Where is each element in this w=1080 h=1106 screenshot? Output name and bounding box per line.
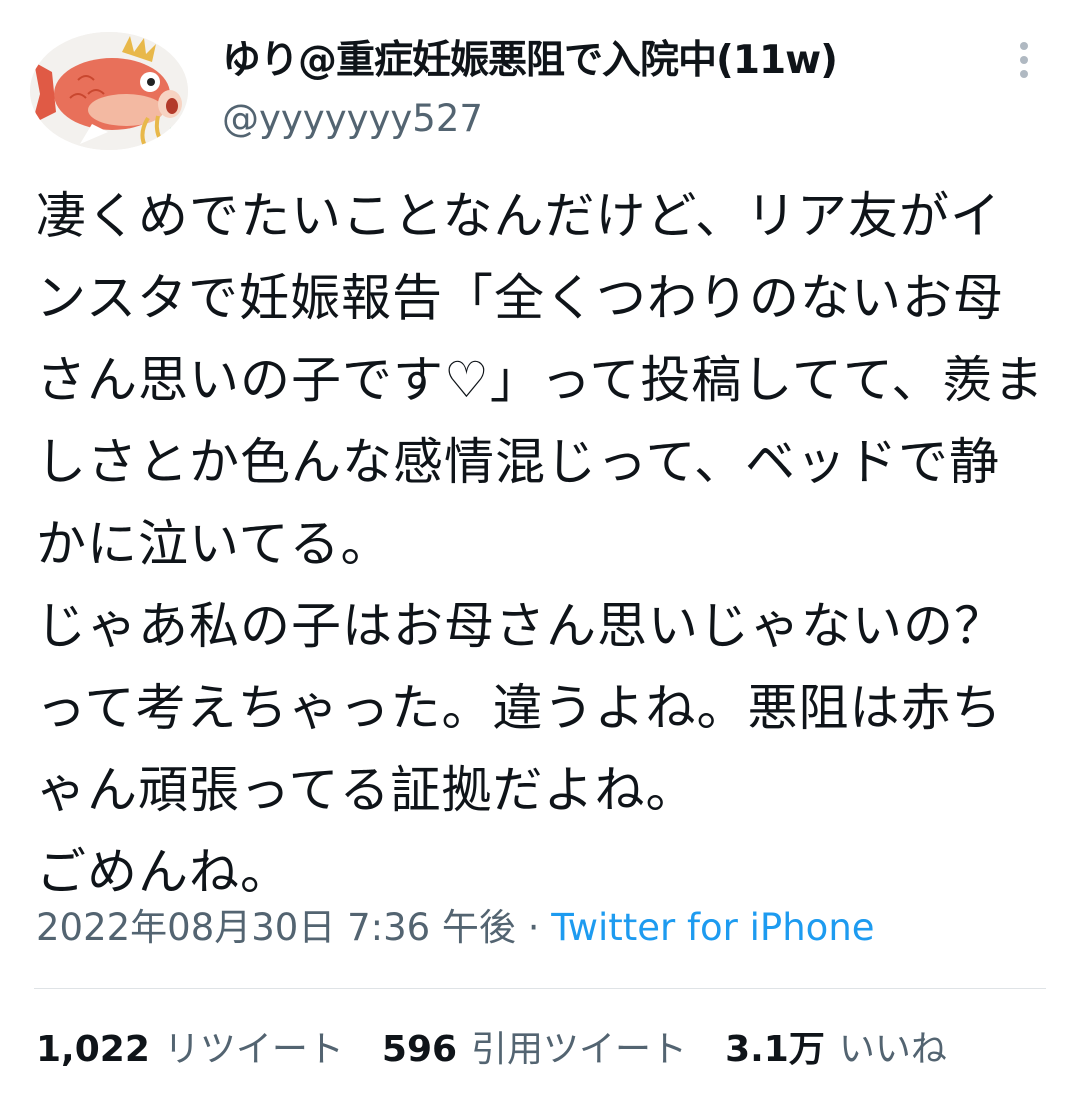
tweet-detail: ゆり@重症妊娠悪阻で入院中(11w) @yyyyyyy527 凄くめでたいことな… bbox=[0, 0, 1080, 1106]
display-name[interactable]: ゆり@重症妊娠悪阻で入院中(11w) bbox=[222, 36, 838, 86]
user-handle[interactable]: @yyyyyyy527 bbox=[222, 94, 483, 144]
tweet-meta: 2022年08月30日 7:36 午後 · Twitter for iPhone bbox=[36, 902, 875, 954]
tweet-text: 凄くめでたいことなんだけど、リア友がインスタで妊娠報告「全くつわりのないお母さん… bbox=[36, 187, 1045, 901]
divider bbox=[34, 988, 1046, 989]
quotes-label: 引用ツイート bbox=[471, 1029, 688, 1070]
likes-label: いいね bbox=[838, 1029, 947, 1070]
likes-count: 3.1万 bbox=[725, 1029, 825, 1070]
retweets-label: リツイート bbox=[163, 1029, 344, 1070]
magikarp-avatar-icon bbox=[30, 32, 188, 150]
more-vertical-icon[interactable] bbox=[1004, 38, 1044, 82]
likes-stat[interactable]: 3.1万 いいね bbox=[725, 1024, 947, 1076]
quotes-stat[interactable]: 596 引用ツイート bbox=[382, 1024, 687, 1076]
quotes-count: 596 bbox=[381, 1029, 458, 1070]
meta-separator: · bbox=[515, 906, 552, 949]
avatar[interactable] bbox=[30, 32, 188, 150]
retweets-count: 1,022 bbox=[36, 1029, 150, 1070]
tweet-stats: 1,022 リツイート 596 引用ツイート 3.1万 いいね bbox=[36, 1024, 985, 1076]
source-link[interactable]: Twitter for iPhone bbox=[551, 906, 874, 949]
retweets-stat[interactable]: 1,022 リツイート bbox=[36, 1024, 344, 1076]
timestamp[interactable]: 2022年08月30日 7:36 午後 bbox=[36, 906, 516, 949]
